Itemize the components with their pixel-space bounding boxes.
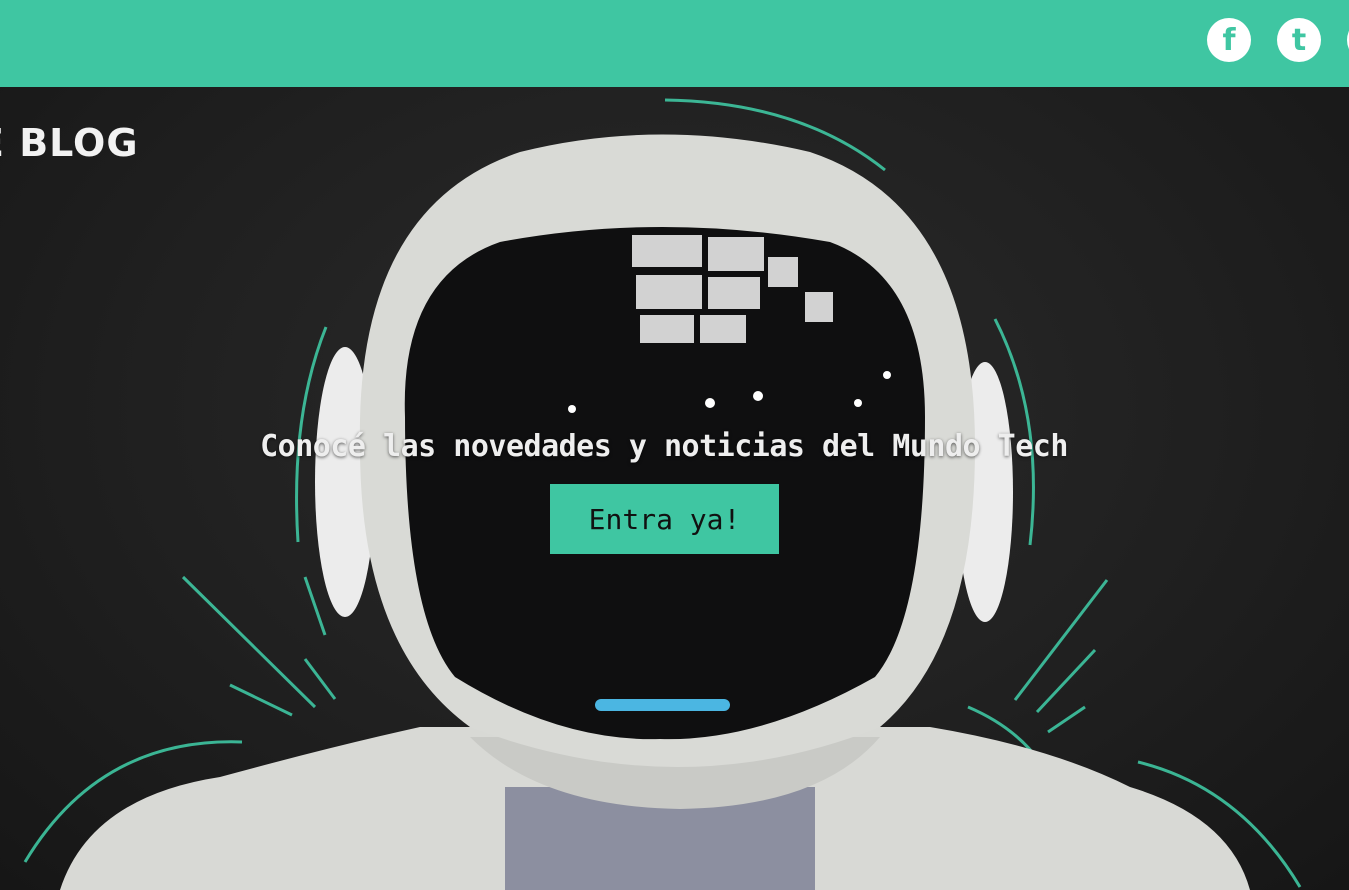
facebook-icon[interactable]: f (1207, 18, 1251, 62)
enter-button[interactable]: Entra ya! (550, 484, 779, 554)
site-logo[interactable]: E BLOG (0, 121, 139, 165)
hero-banner: E BLOG Conocé las novedades y noticias d… (0, 87, 1349, 890)
top-bar: f t (0, 0, 1349, 87)
hero-tagline: Conocé las novedades y noticias del Mund… (260, 429, 1068, 464)
tumblr-icon[interactable]: t (1277, 18, 1321, 62)
